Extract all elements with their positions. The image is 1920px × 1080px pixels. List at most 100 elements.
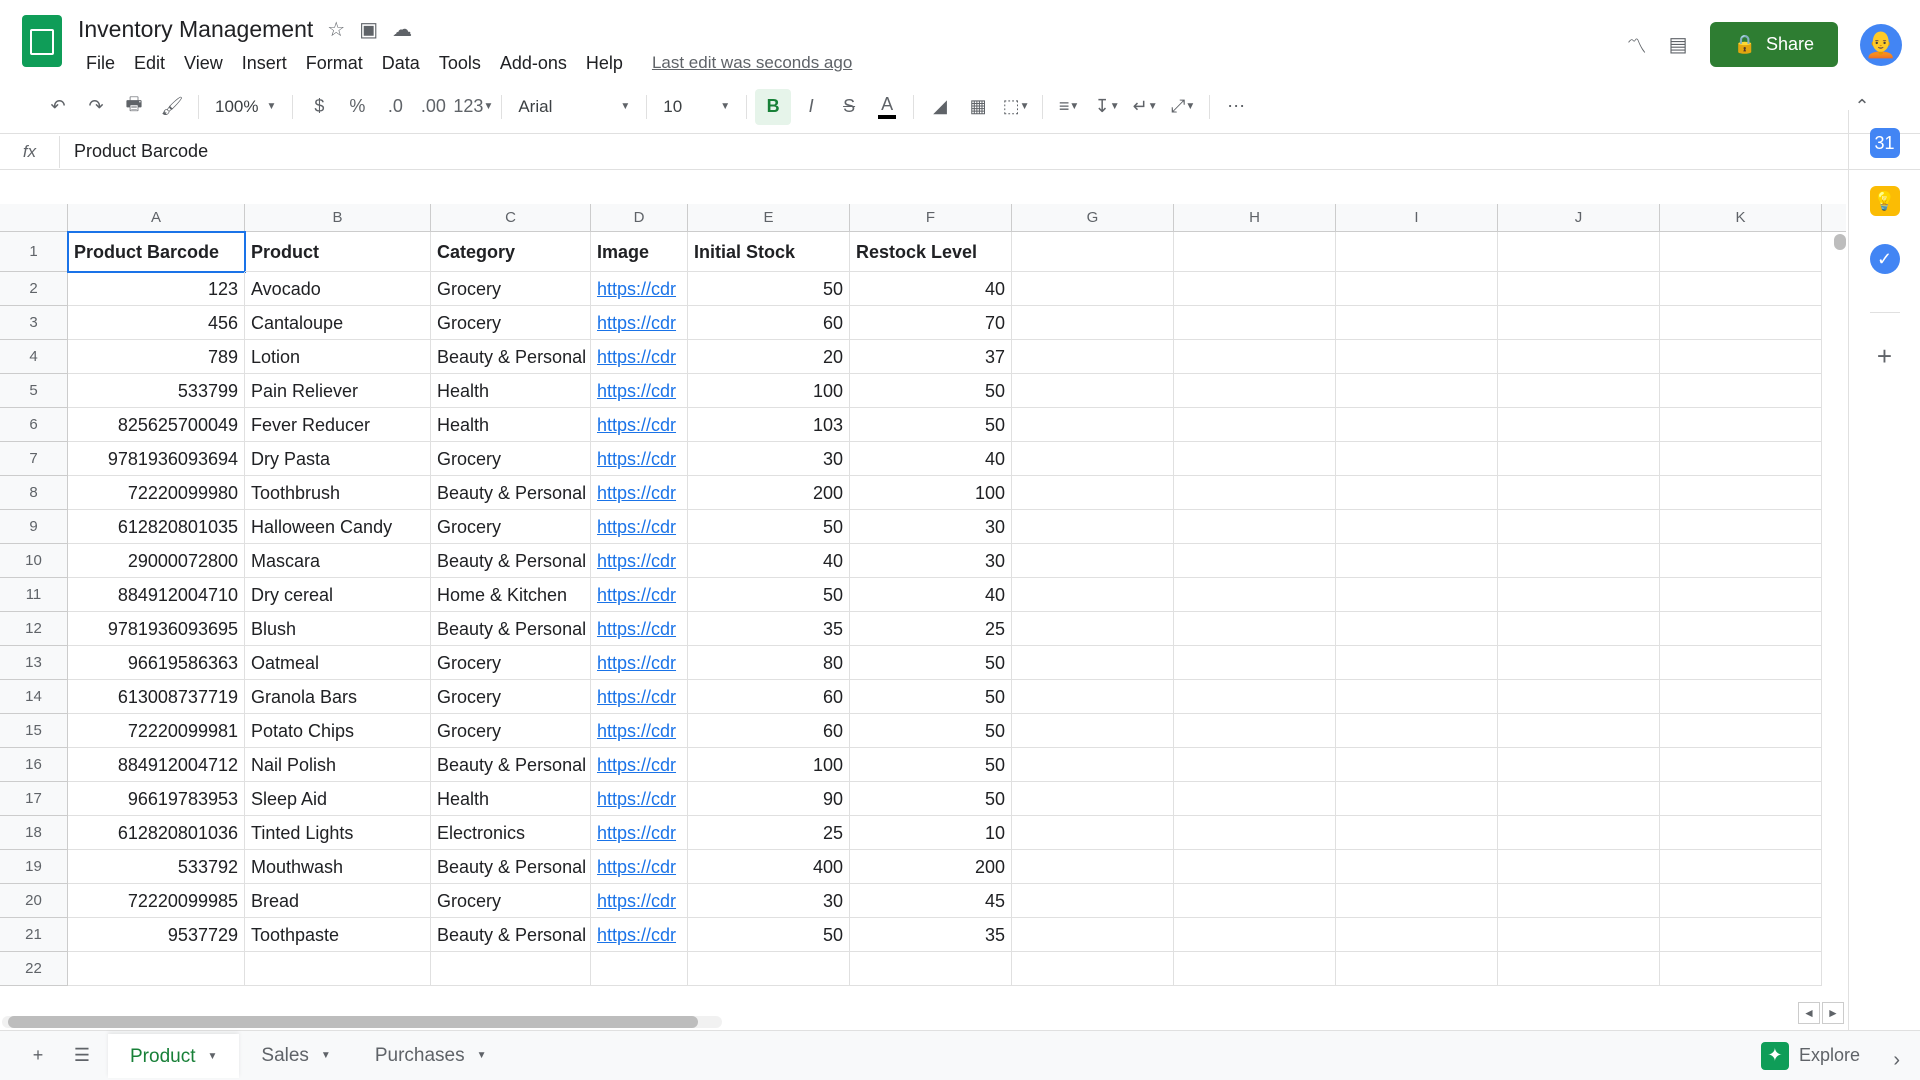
cell-G3[interactable] (1012, 306, 1174, 340)
cell-F18[interactable]: 10 (850, 816, 1012, 850)
cell-D12[interactable]: https://cdr (591, 612, 688, 646)
row-header-14[interactable]: 14 (0, 680, 67, 714)
cell-J1[interactable] (1498, 232, 1660, 272)
row-header-11[interactable]: 11 (0, 578, 67, 612)
cell-C17[interactable]: Health (431, 782, 591, 816)
col-header-H[interactable]: H (1174, 204, 1336, 231)
cell-B11[interactable]: Dry cereal (245, 578, 431, 612)
cell-G10[interactable] (1012, 544, 1174, 578)
cell-J7[interactable] (1498, 442, 1660, 476)
menu-format[interactable]: Format (298, 49, 371, 78)
cell-B1[interactable]: Product (245, 232, 431, 272)
add-addon-icon[interactable]: + (1870, 341, 1900, 371)
horizontal-scrollbar[interactable] (2, 1016, 722, 1028)
cell-C10[interactable]: Beauty & Personal (431, 544, 591, 578)
cell-D7[interactable]: https://cdr (591, 442, 688, 476)
cell-A8[interactable]: 72220099980 (68, 476, 245, 510)
cell-G6[interactable] (1012, 408, 1174, 442)
cell-E19[interactable]: 400 (688, 850, 850, 884)
cell-C1[interactable]: Category (431, 232, 591, 272)
col-header-J[interactable]: J (1498, 204, 1660, 231)
cell-H20[interactable] (1174, 884, 1336, 918)
cell-K6[interactable] (1660, 408, 1822, 442)
cell-H13[interactable] (1174, 646, 1336, 680)
cell-I20[interactable] (1336, 884, 1498, 918)
cell-D13[interactable]: https://cdr (591, 646, 688, 680)
cell-K13[interactable] (1660, 646, 1822, 680)
cell-J10[interactable] (1498, 544, 1660, 578)
cell-K1[interactable] (1660, 232, 1822, 272)
cell-D5[interactable]: https://cdr (591, 374, 688, 408)
cell-J8[interactable] (1498, 476, 1660, 510)
cell-D1[interactable]: Image (591, 232, 688, 272)
cell-B9[interactable]: Halloween Candy (245, 510, 431, 544)
select-all-corner[interactable] (0, 204, 68, 232)
cell-C21[interactable]: Beauty & Personal (431, 918, 591, 952)
cell-B18[interactable]: Tinted Lights (245, 816, 431, 850)
cell-I22[interactable] (1336, 952, 1498, 986)
row-header-2[interactable]: 2 (0, 272, 67, 306)
cell-I10[interactable] (1336, 544, 1498, 578)
cell-F15[interactable]: 50 (850, 714, 1012, 748)
cell-H3[interactable] (1174, 306, 1336, 340)
cell-H11[interactable] (1174, 578, 1336, 612)
row-header-22[interactable]: 22 (0, 952, 67, 986)
cell-K11[interactable] (1660, 578, 1822, 612)
menu-insert[interactable]: Insert (234, 49, 295, 78)
comments-icon[interactable]: ▤ (1669, 32, 1688, 57)
document-title[interactable]: Inventory Management (78, 16, 313, 43)
cell-E20[interactable]: 30 (688, 884, 850, 918)
cell-J20[interactable] (1498, 884, 1660, 918)
cell-G11[interactable] (1012, 578, 1174, 612)
row-header-8[interactable]: 8 (0, 476, 67, 510)
cell-I17[interactable] (1336, 782, 1498, 816)
cell-J4[interactable] (1498, 340, 1660, 374)
cell-C2[interactable]: Grocery (431, 272, 591, 306)
cell-H1[interactable] (1174, 232, 1336, 272)
cell-B2[interactable]: Avocado (245, 272, 431, 306)
cell-E5[interactable]: 100 (688, 374, 850, 408)
cell-K20[interactable] (1660, 884, 1822, 918)
col-header-F[interactable]: F (850, 204, 1012, 231)
cell-B6[interactable]: Fever Reducer (245, 408, 431, 442)
cell-D16[interactable]: https://cdr (591, 748, 688, 782)
cell-C14[interactable]: Grocery (431, 680, 591, 714)
cell-F3[interactable]: 70 (850, 306, 1012, 340)
cell-D21[interactable]: https://cdr (591, 918, 688, 952)
cell-G14[interactable] (1012, 680, 1174, 714)
cell-A3[interactable]: 456 (68, 306, 245, 340)
cell-A7[interactable]: 9781936093694 (68, 442, 245, 476)
row-header-21[interactable]: 21 (0, 918, 67, 952)
col-header-B[interactable]: B (245, 204, 431, 231)
paint-format-button[interactable]: 🖌 (154, 89, 190, 125)
expand-side-panel-button[interactable]: › (1893, 1049, 1900, 1072)
cell-K17[interactable] (1660, 782, 1822, 816)
cell-J2[interactable] (1498, 272, 1660, 306)
cell-E12[interactable]: 35 (688, 612, 850, 646)
cell-J14[interactable] (1498, 680, 1660, 714)
cell-C18[interactable]: Electronics (431, 816, 591, 850)
fill-color-button[interactable]: ◢ (922, 89, 958, 125)
print-button[interactable]: 🖶 (116, 89, 152, 125)
zoom-select[interactable]: 100%▼ (207, 97, 284, 117)
cell-I21[interactable] (1336, 918, 1498, 952)
row-header-18[interactable]: 18 (0, 816, 67, 850)
cell-K9[interactable] (1660, 510, 1822, 544)
move-icon[interactable]: ▣ (359, 17, 378, 42)
cell-I11[interactable] (1336, 578, 1498, 612)
cell-C15[interactable]: Grocery (431, 714, 591, 748)
sheet-nav[interactable]: ◄► (1798, 1002, 1844, 1024)
sheets-logo[interactable] (18, 12, 66, 70)
cell-A9[interactable]: 612820801035 (68, 510, 245, 544)
row-header-19[interactable]: 19 (0, 850, 67, 884)
cell-C7[interactable]: Grocery (431, 442, 591, 476)
add-sheet-button[interactable]: + (20, 1038, 56, 1074)
cell-J22[interactable] (1498, 952, 1660, 986)
col-header-G[interactable]: G (1012, 204, 1174, 231)
cell-F5[interactable]: 50 (850, 374, 1012, 408)
cell-H14[interactable] (1174, 680, 1336, 714)
cell-F1[interactable]: Restock Level (850, 232, 1012, 272)
cell-J19[interactable] (1498, 850, 1660, 884)
cell-A21[interactable]: 9537729 (68, 918, 245, 952)
row-header-9[interactable]: 9 (0, 510, 67, 544)
